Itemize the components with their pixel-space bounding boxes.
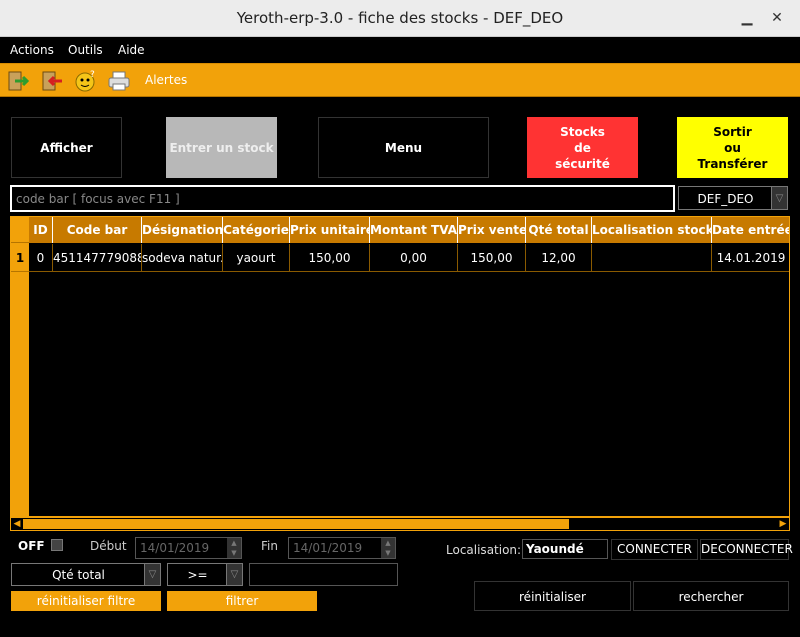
help-smiley-icon[interactable]: ? bbox=[74, 69, 98, 93]
filter-button[interactable]: filtrer bbox=[167, 591, 317, 611]
reinitialiser-button[interactable]: réinitialiser bbox=[474, 581, 631, 611]
table-cell-code-bar[interactable]: 451147779088 bbox=[53, 244, 142, 272]
enter-door-icon[interactable] bbox=[6, 69, 30, 93]
debut-label: Début bbox=[90, 539, 127, 553]
connecter-button[interactable]: CONNECTER bbox=[611, 539, 698, 560]
table-cell-montant-tva[interactable]: 0,00 bbox=[370, 244, 458, 272]
entrer-stock-label: Entrer un stock bbox=[169, 140, 274, 155]
debut-date-value: 14/01/2019 bbox=[140, 541, 210, 555]
horizontal-scrollbar[interactable]: ◀ ▶ bbox=[10, 517, 790, 531]
stocks-table: ID Code bar Désignation Catégorie Prix u… bbox=[10, 216, 790, 517]
store-select-value: DEF_DEO bbox=[697, 192, 754, 206]
stocks-securite-line2: de bbox=[574, 140, 591, 155]
filter-operator-value: >= bbox=[187, 568, 208, 582]
date-filter-checkbox[interactable] bbox=[51, 539, 63, 551]
table-cell-prix-vente[interactable]: 150,00 bbox=[458, 244, 526, 272]
alertes-label[interactable]: Alertes bbox=[145, 73, 187, 87]
row-index[interactable]: 1 bbox=[11, 244, 29, 272]
fin-date-input[interactable]: 14/01/2019 ▲ ▼ bbox=[288, 537, 396, 559]
debut-date-input[interactable]: 14/01/2019 ▲ ▼ bbox=[135, 537, 242, 559]
table-cell-prix-unitaire[interactable]: 150,00 bbox=[290, 244, 370, 272]
sortir-line1: Sortir bbox=[713, 124, 752, 139]
exit-door-icon[interactable] bbox=[40, 69, 64, 93]
menu-aide[interactable]: Aide bbox=[118, 43, 145, 57]
window-titlebar: Yeroth-erp-3.0 - fiche des stocks - DEF_… bbox=[0, 0, 800, 37]
col-header-montant-tva[interactable]: Montant TVA bbox=[370, 217, 458, 243]
localisation-value: Yaoundé bbox=[522, 539, 608, 559]
chevron-down-icon: ▽ bbox=[771, 187, 787, 209]
menu-bar: Actions Outils Aide bbox=[0, 37, 800, 63]
col-header-qte-total[interactable]: Qté total bbox=[526, 217, 592, 243]
filter-field-value: Qté total bbox=[52, 568, 105, 582]
store-select[interactable]: DEF_DEO ▽ bbox=[678, 186, 788, 210]
col-header-id[interactable]: ID bbox=[29, 217, 53, 243]
toolbar: ? Alertes bbox=[0, 63, 800, 97]
sortir-line2: ou bbox=[724, 140, 741, 155]
deconnecter-button[interactable]: DECONNECTER bbox=[700, 539, 793, 560]
svg-text:?: ? bbox=[90, 70, 95, 80]
fin-label: Fin bbox=[261, 539, 278, 553]
window-title: Yeroth-erp-3.0 - fiche des stocks - DEF_… bbox=[236, 9, 564, 27]
filter-field-select[interactable]: Qté total ▽ bbox=[11, 563, 161, 586]
minimize-icon[interactable]: ▁ bbox=[737, 8, 757, 28]
chevron-down-icon: ▽ bbox=[226, 564, 242, 585]
chevron-down-icon: ▽ bbox=[144, 564, 160, 585]
col-header-code-bar[interactable]: Code bar bbox=[53, 217, 142, 243]
table-cell-localisation-stock[interactable] bbox=[592, 244, 712, 272]
entrer-stock-button[interactable]: Entrer un stock bbox=[166, 117, 277, 178]
col-header-designation[interactable]: Désignation bbox=[142, 217, 223, 243]
col-header-date-entree[interactable]: Date entrée bbox=[712, 217, 789, 243]
afficher-button[interactable]: Afficher bbox=[11, 117, 122, 178]
sortir-line3: Transférer bbox=[697, 156, 768, 171]
table-cell-date-entree[interactable]: 14.01.2019 bbox=[712, 244, 789, 272]
rechercher-button[interactable]: rechercher bbox=[633, 581, 789, 611]
date-filter-off-label: OFF bbox=[18, 539, 45, 553]
spinner-icon[interactable]: ▲ ▼ bbox=[227, 538, 241, 558]
barcode-search-input[interactable]: code bar [ focus avec F11 ] bbox=[10, 185, 675, 212]
menu-button[interactable]: Menu bbox=[318, 117, 489, 178]
close-icon[interactable]: ✕ bbox=[767, 8, 787, 28]
filter-value-input[interactable] bbox=[249, 563, 398, 586]
scroll-left-icon[interactable]: ◀ bbox=[11, 518, 23, 530]
stocks-securite-line3: sécurité bbox=[555, 156, 610, 171]
menu-actions[interactable]: Actions bbox=[10, 43, 54, 57]
col-header-localisation-stock[interactable]: Localisation stock bbox=[592, 217, 712, 243]
scroll-right-icon[interactable]: ▶ bbox=[777, 518, 789, 530]
table-cell-qte-total[interactable]: 12,00 bbox=[526, 244, 592, 272]
filter-operator-select[interactable]: >= ▽ bbox=[167, 563, 243, 586]
afficher-label: Afficher bbox=[40, 140, 93, 155]
menu-label: Menu bbox=[384, 140, 423, 155]
table-cell-designation[interactable]: sodeva natur. bbox=[142, 244, 223, 272]
col-header-categorie[interactable]: Catégorie bbox=[223, 217, 290, 243]
col-header-prix-unitaire[interactable]: Prix unitaire bbox=[290, 217, 370, 243]
table-cell-id[interactable]: 0 bbox=[29, 244, 53, 272]
localisation-label: Localisation: bbox=[446, 543, 522, 557]
reset-filter-button[interactable]: réinitialiser filtre bbox=[11, 591, 161, 611]
fin-date-value: 14/01/2019 bbox=[293, 541, 363, 555]
table-cell-categorie[interactable]: yaourt bbox=[223, 244, 290, 272]
table-corner bbox=[11, 217, 29, 243]
sortir-transferer-button[interactable]: Sortir ou Transférer bbox=[677, 117, 788, 178]
printer-icon[interactable] bbox=[107, 69, 131, 93]
scrollbar-thumb[interactable] bbox=[23, 519, 569, 529]
stocks-securite-line1: Stocks bbox=[560, 124, 605, 139]
stocks-securite-button[interactable]: Stocks de sécurité bbox=[527, 117, 638, 178]
col-header-prix-vente[interactable]: Prix vente bbox=[458, 217, 526, 243]
menu-outils[interactable]: Outils bbox=[68, 43, 103, 57]
spinner-icon[interactable]: ▲ ▼ bbox=[381, 538, 395, 558]
